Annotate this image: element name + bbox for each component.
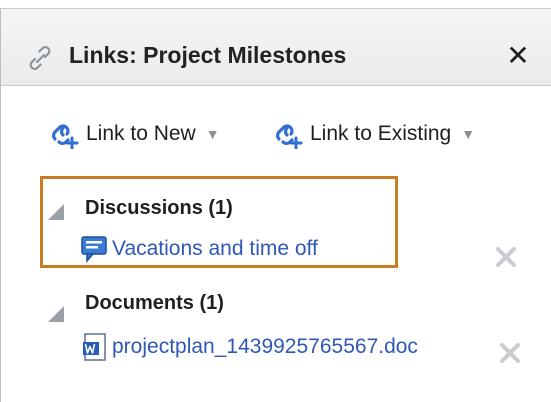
- discussions-group-title: Discussions (1): [85, 197, 233, 219]
- chevron-down-icon[interactable]: ▼: [206, 126, 220, 142]
- link-to-existing-button[interactable]: Link to Existing ▼: [274, 116, 475, 152]
- document-item[interactable]: projectplan_1439925765567.doc: [82, 333, 418, 361]
- word-document-icon: [83, 333, 106, 361]
- chevron-down-icon[interactable]: ▼: [461, 126, 475, 142]
- remove-x-icon[interactable]: [498, 341, 522, 365]
- discussion-link[interactable]: Vacations and time off: [112, 237, 318, 261]
- chain-link-icon: [29, 46, 51, 70]
- documents-group-title: Documents (1): [85, 292, 224, 314]
- remove-x-icon[interactable]: [494, 245, 518, 269]
- documents-collapse-toggle-icon[interactable]: [48, 306, 64, 322]
- close-icon[interactable]: ✕: [501, 39, 535, 73]
- link-to-new-label: Link to New: [86, 122, 196, 145]
- dialog-title: Links: Project Milestones: [69, 42, 347, 68]
- links-dialog: Links: Project Milestones ✕ Link to New …: [0, 0, 551, 402]
- discussion-icon: [81, 236, 107, 263]
- dialog-header: Links: Project Milestones ✕: [1, 9, 551, 86]
- discussion-item[interactable]: Vacations and time off: [80, 235, 318, 263]
- add-link-icon: [52, 124, 79, 149]
- link-to-new-button[interactable]: Link to New ▼: [50, 116, 220, 152]
- discussions-collapse-toggle-icon[interactable]: [48, 204, 64, 220]
- link-to-existing-label: Link to Existing: [310, 122, 452, 145]
- document-link[interactable]: projectplan_1439925765567.doc: [112, 335, 418, 359]
- add-link-icon: [276, 124, 303, 149]
